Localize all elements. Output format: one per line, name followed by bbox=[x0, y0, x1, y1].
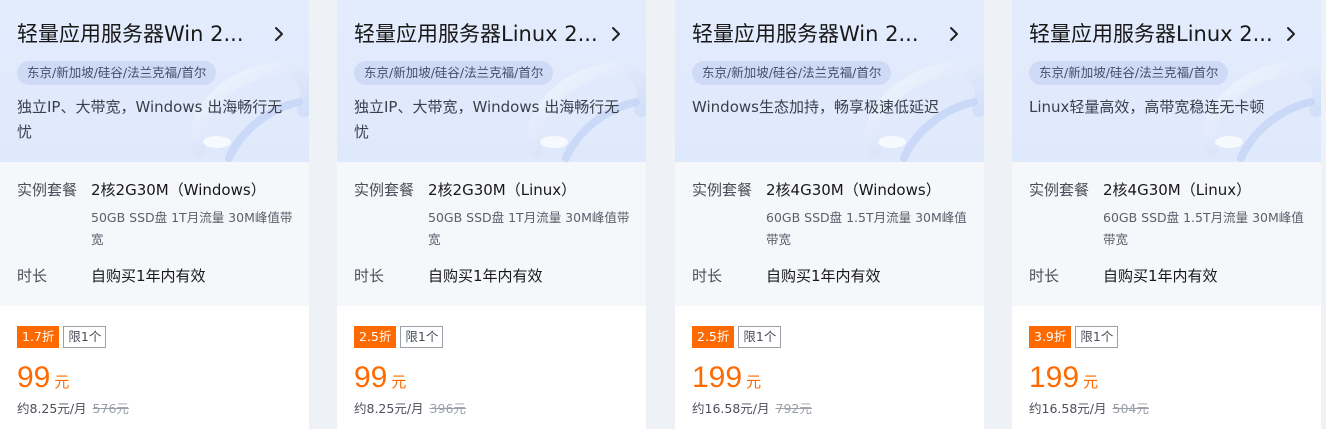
region-tag: 东京/新加坡/硅谷/法兰克福/首尔 bbox=[1029, 61, 1229, 85]
chevron-right-icon[interactable] bbox=[946, 26, 962, 42]
price-value: 99 bbox=[354, 361, 388, 394]
card-header: 轻量应用服务器Linux 2... 东京/新加坡/硅谷/法兰克福/首尔 独立IP… bbox=[337, 0, 646, 162]
monthly-price-row: 约16.58元/月 792元 bbox=[692, 400, 812, 418]
monthly-price: 约8.25元/月 bbox=[354, 401, 424, 416]
badge-row: 2.5折 限1个 bbox=[354, 326, 444, 348]
price-row: 199 元 bbox=[692, 360, 761, 396]
discount-badge: 3.9折 bbox=[1029, 326, 1072, 348]
spec-detail: 50GB SSD盘 1T月流量 30M峰值带宽 bbox=[91, 210, 293, 247]
spec-label: 实例套餐 bbox=[17, 181, 78, 199]
spec-value: 2核2G30M（Linux） bbox=[428, 181, 577, 199]
monthly-price: 约16.58元/月 bbox=[692, 401, 770, 416]
spec-section: 实例套餐 2核4G30M（Windows） 60GB SSD盘 1.5T月流量 … bbox=[675, 162, 984, 306]
discount-badge: 2.5折 bbox=[354, 326, 397, 348]
region-tag: 东京/新加坡/硅谷/法兰克福/首尔 bbox=[692, 61, 892, 85]
product-description: Windows生态加持，畅享极速低延迟 bbox=[692, 98, 939, 116]
price-value: 199 bbox=[692, 361, 743, 394]
card-header: 轻量应用服务器Linux 2... 东京/新加坡/硅谷/法兰克福/首尔 Linu… bbox=[1012, 0, 1321, 162]
spec-section: 实例套餐 2核2G30M（Windows） 50GB SSD盘 1T月流量 30… bbox=[0, 162, 309, 306]
original-price: 504元 bbox=[1112, 401, 1149, 416]
limit-badge: 限1个 bbox=[1075, 326, 1119, 348]
monthly-price-row: 约8.25元/月 396元 bbox=[354, 400, 466, 418]
original-price: 576元 bbox=[92, 401, 129, 416]
product-description: 独立IP、大带宽，Windows 出海畅行无忧 bbox=[354, 98, 620, 141]
spec-value: 2核4G30M（Windows） bbox=[766, 181, 941, 199]
price-value: 99 bbox=[17, 361, 51, 394]
badge-row: 1.7折 限1个 bbox=[17, 326, 107, 348]
product-card[interactable]: 轻量应用服务器Win 2... 东京/新加坡/硅谷/法兰克福/首尔 Window… bbox=[675, 0, 984, 429]
price-unit: 元 bbox=[54, 373, 70, 391]
limit-badge: 限1个 bbox=[738, 326, 782, 348]
price-unit: 元 bbox=[746, 373, 762, 391]
spec-section: 实例套餐 2核2G30M（Linux） 50GB SSD盘 1T月流量 30M峰… bbox=[337, 162, 646, 306]
price-unit: 元 bbox=[391, 373, 407, 391]
chevron-right-icon[interactable] bbox=[1283, 26, 1299, 42]
price-unit: 元 bbox=[1083, 373, 1099, 391]
discount-badge: 1.7折 bbox=[17, 326, 60, 348]
product-card[interactable]: 轻量应用服务器Linux 2... 东京/新加坡/硅谷/法兰克福/首尔 独立IP… bbox=[337, 0, 646, 429]
monthly-price-row: 约8.25元/月 576元 bbox=[17, 400, 129, 418]
spec-value: 2核4G30M（Linux） bbox=[1103, 181, 1252, 199]
monthly-price: 约16.58元/月 bbox=[1029, 401, 1107, 416]
product-card-list: 轻量应用服务器Win 2... 东京/新加坡/硅谷/法兰克福/首尔 独立IP、大… bbox=[0, 0, 1326, 429]
original-price: 792元 bbox=[775, 401, 812, 416]
price-value: 199 bbox=[1029, 361, 1080, 394]
product-title[interactable]: 轻量应用服务器Linux 2... bbox=[1029, 20, 1277, 48]
price-section: 3.9折 限1个 199 元 约16.58元/月 504元 bbox=[1012, 306, 1321, 429]
limit-badge: 限1个 bbox=[63, 326, 107, 348]
price-section: 2.5折 限1个 99 元 约8.25元/月 396元 bbox=[337, 306, 646, 429]
badge-row: 2.5折 限1个 bbox=[692, 326, 782, 348]
spec-detail: 50GB SSD盘 1T月流量 30M峰值带宽 bbox=[428, 210, 630, 247]
monthly-price-row: 约16.58元/月 504元 bbox=[1029, 400, 1149, 418]
spec-label: 实例套餐 bbox=[1029, 181, 1090, 199]
duration-value: 自购买1年内有效 bbox=[91, 267, 206, 285]
spec-label: 实例套餐 bbox=[354, 181, 415, 199]
spec-section: 实例套餐 2核4G30M（Linux） 60GB SSD盘 1.5T月流量 30… bbox=[1012, 162, 1321, 306]
card-title-link[interactable]: 轻量应用服务器Linux 2... bbox=[1029, 20, 1309, 48]
card-header: 轻量应用服务器Win 2... 东京/新加坡/硅谷/法兰克福/首尔 Window… bbox=[675, 0, 984, 162]
chevron-right-icon[interactable] bbox=[271, 26, 287, 42]
product-title[interactable]: 轻量应用服务器Linux 2... bbox=[354, 20, 602, 48]
region-tag: 东京/新加坡/硅谷/法兰克福/首尔 bbox=[354, 61, 554, 85]
duration-label: 时长 bbox=[354, 267, 385, 285]
region-tag: 东京/新加坡/硅谷/法兰克福/首尔 bbox=[17, 61, 217, 85]
discount-badge: 2.5折 bbox=[692, 326, 735, 348]
product-card[interactable]: 轻量应用服务器Linux 2... 东京/新加坡/硅谷/法兰克福/首尔 Linu… bbox=[1012, 0, 1321, 429]
product-card[interactable]: 轻量应用服务器Win 2... 东京/新加坡/硅谷/法兰克福/首尔 独立IP、大… bbox=[0, 0, 309, 429]
product-title[interactable]: 轻量应用服务器Win 2... bbox=[692, 20, 940, 48]
product-description: Linux轻量高效，高带宽稳连无卡顿 bbox=[1029, 98, 1265, 116]
price-section: 1.7折 限1个 99 元 约8.25元/月 576元 bbox=[0, 306, 309, 429]
price-row: 199 元 bbox=[1029, 360, 1098, 396]
spec-value: 2核2G30M（Windows） bbox=[91, 181, 266, 199]
product-description: 独立IP、大带宽，Windows 出海畅行无忧 bbox=[17, 98, 283, 141]
price-row: 99 元 bbox=[354, 360, 406, 396]
price-row: 99 元 bbox=[17, 360, 69, 396]
original-price: 396元 bbox=[429, 401, 466, 416]
duration-label: 时长 bbox=[17, 267, 48, 285]
chevron-right-icon[interactable] bbox=[608, 26, 624, 42]
duration-label: 时长 bbox=[1029, 267, 1060, 285]
product-title[interactable]: 轻量应用服务器Win 2... bbox=[17, 20, 265, 48]
monthly-price: 约8.25元/月 bbox=[17, 401, 87, 416]
duration-value: 自购买1年内有效 bbox=[428, 267, 543, 285]
card-header: 轻量应用服务器Win 2... 东京/新加坡/硅谷/法兰克福/首尔 独立IP、大… bbox=[0, 0, 309, 162]
duration-value: 自购买1年内有效 bbox=[766, 267, 881, 285]
badge-row: 3.9折 限1个 bbox=[1029, 326, 1119, 348]
spec-detail: 60GB SSD盘 1.5T月流量 30M峰值带宽 bbox=[1103, 210, 1304, 247]
card-title-link[interactable]: 轻量应用服务器Win 2... bbox=[692, 20, 972, 48]
card-title-link[interactable]: 轻量应用服务器Linux 2... bbox=[354, 20, 634, 48]
card-title-link[interactable]: 轻量应用服务器Win 2... bbox=[17, 20, 297, 48]
limit-badge: 限1个 bbox=[400, 326, 444, 348]
price-section: 2.5折 限1个 199 元 约16.58元/月 792元 bbox=[675, 306, 984, 429]
duration-value: 自购买1年内有效 bbox=[1103, 267, 1218, 285]
duration-label: 时长 bbox=[692, 267, 723, 285]
spec-detail: 60GB SSD盘 1.5T月流量 30M峰值带宽 bbox=[766, 210, 967, 247]
spec-label: 实例套餐 bbox=[692, 181, 753, 199]
